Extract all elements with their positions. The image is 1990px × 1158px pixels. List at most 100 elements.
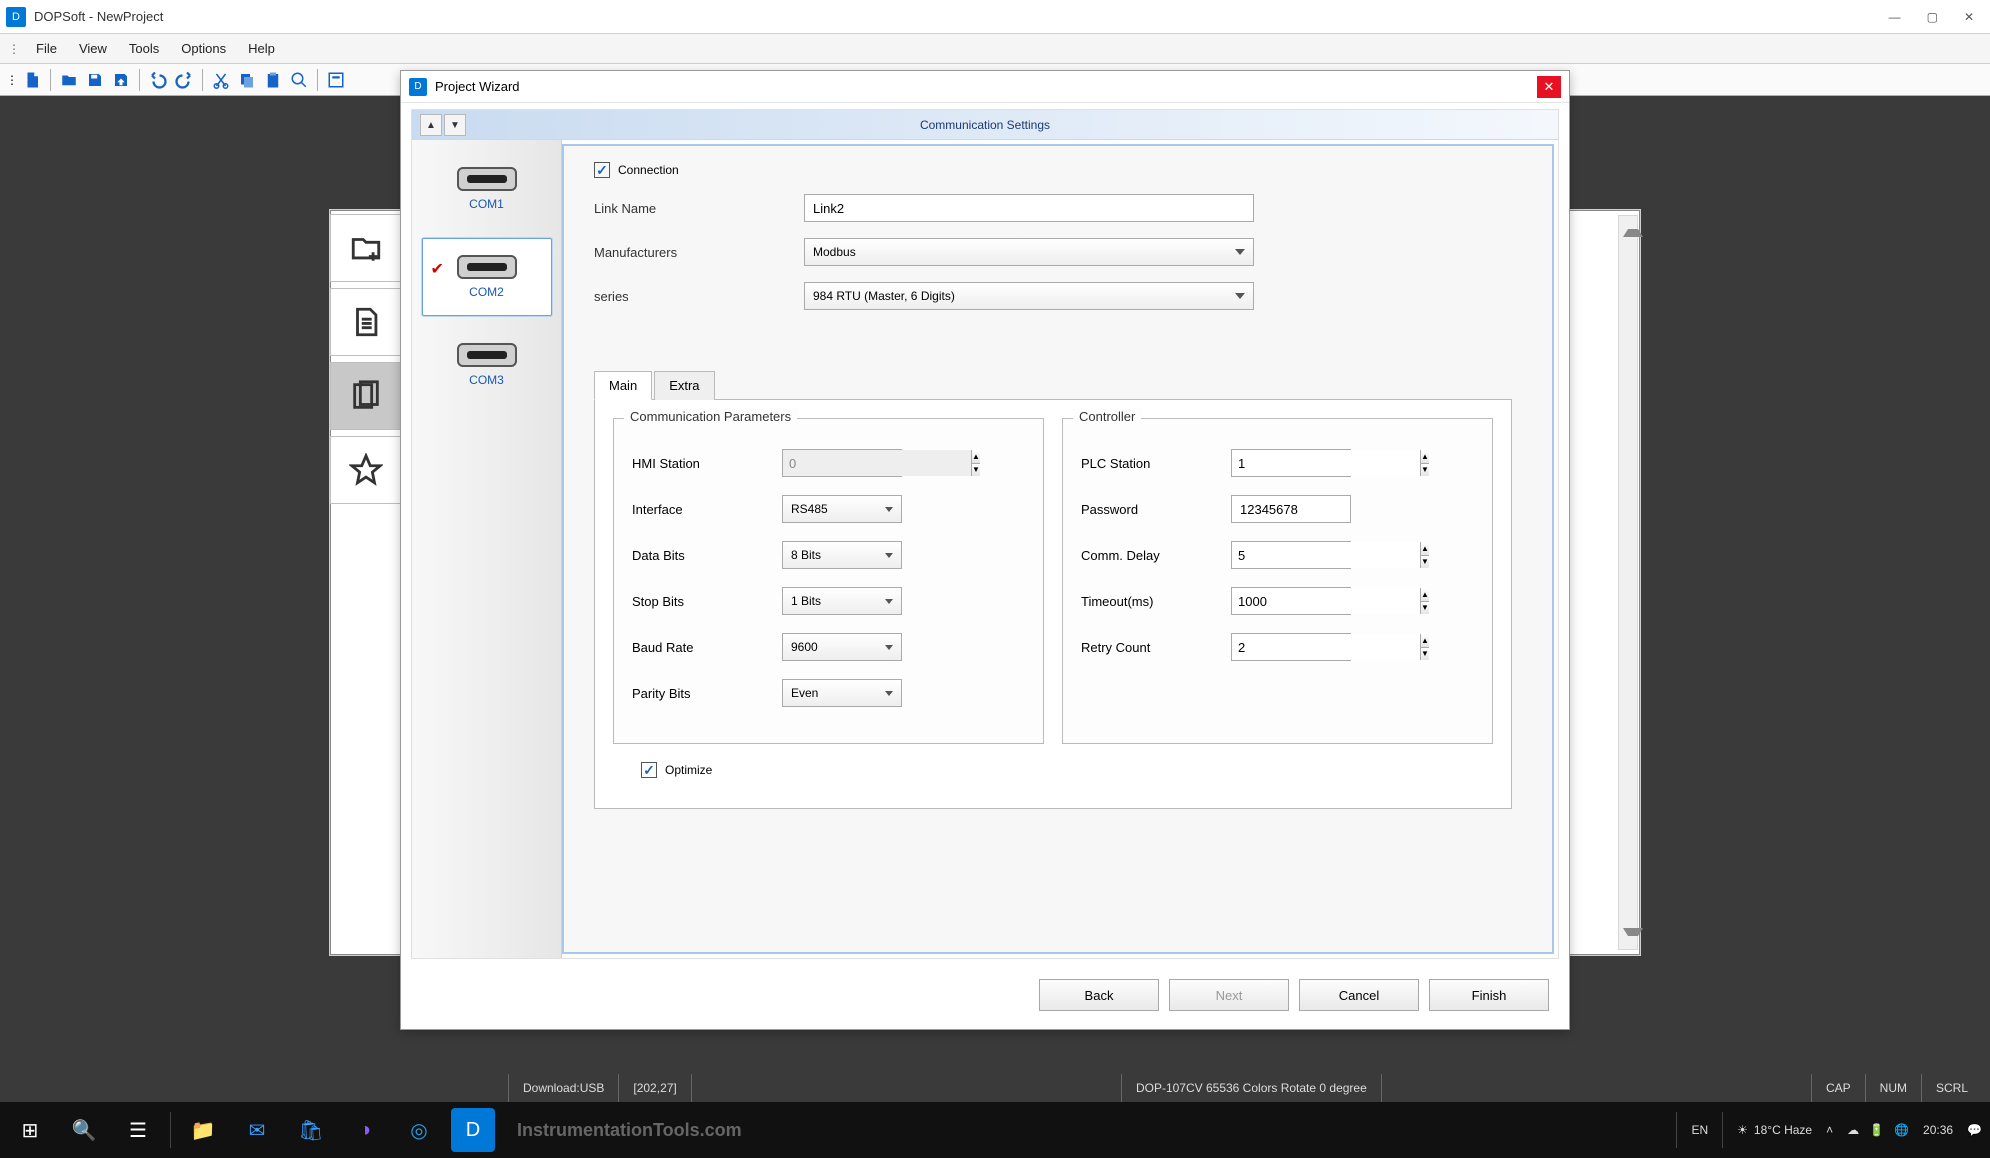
link-name-input[interactable] [804,194,1254,222]
status-num: NUM [1865,1074,1921,1102]
save-as-icon[interactable] [109,68,133,92]
retry-spinbox[interactable]: ▲▼ [1231,633,1351,661]
cut-icon[interactable] [209,68,233,92]
plc-station-label: PLC Station [1081,456,1231,471]
hmi-station-label: HMI Station [632,456,782,471]
port-com3[interactable]: ✔ COM3 [422,326,552,404]
toolbar-grip: ⋮ [6,73,18,87]
paste-icon[interactable] [261,68,285,92]
interface-select[interactable]: RS485 [782,495,902,523]
password-input[interactable] [1231,495,1351,523]
stop-bits-select[interactable]: 1 Bits [782,587,902,615]
battery-icon[interactable]: 🔋 [1869,1123,1884,1137]
baud-rate-select[interactable]: 9600 [782,633,902,661]
port-com2[interactable]: ✔ COM2 [422,238,552,316]
spin-down-icon[interactable]: ▼ [1421,648,1429,661]
weather-widget[interactable]: ☀ 18°C Haze [1737,1123,1812,1137]
wizard-icon[interactable] [324,68,348,92]
redo-icon[interactable] [172,68,196,92]
comm-settings-header: ▲ ▼ Communication Settings [412,110,1558,140]
favorite-tool[interactable] [330,436,402,504]
menu-file[interactable]: File [26,37,67,60]
tray-chevron-icon[interactable]: ˄ [1826,1123,1833,1137]
manufacturers-select[interactable]: Modbus [804,238,1254,266]
task-view-icon[interactable]: ☰ [116,1108,160,1152]
finish-button[interactable]: Finish [1429,979,1549,1011]
explorer-icon[interactable]: 📁 [181,1108,225,1152]
dialog-close-button[interactable]: ✕ [1537,76,1561,98]
network-icon[interactable]: 🌐 [1894,1123,1909,1137]
clock[interactable]: 20:36 [1923,1123,1953,1137]
hmi-station-spinbox: ▲▼ [782,449,902,477]
notifications-icon[interactable]: 💬 [1967,1123,1982,1137]
menu-help[interactable]: Help [238,37,285,60]
scroll-up-button[interactable]: ▲ [420,114,442,136]
parity-select[interactable]: Even [782,679,902,707]
spin-down-icon[interactable]: ▼ [1421,464,1429,477]
start-button[interactable]: ⊞ [8,1108,52,1152]
retry-value[interactable] [1232,634,1420,660]
weather-icon: ☀ [1737,1123,1748,1137]
timeout-spinbox[interactable]: ▲▼ [1231,587,1351,615]
document-tool[interactable] [330,288,402,356]
onedrive-icon[interactable]: ☁ [1847,1123,1859,1137]
close-window-button[interactable]: ✕ [1964,10,1974,24]
language-indicator[interactable]: EN [1691,1123,1708,1137]
folder-add-tool[interactable] [330,214,402,282]
search-icon[interactable]: 🔍 [62,1108,106,1152]
timeout-value[interactable] [1232,588,1420,614]
pages-tool[interactable] [330,362,402,430]
comm-delay-spinbox[interactable]: ▲▼ [1231,541,1351,569]
connection-checkbox[interactable]: ✓ [594,162,610,178]
status-download: Download:USB [508,1074,618,1102]
spin-down-icon[interactable]: ▼ [1421,602,1429,615]
open-icon[interactable] [57,68,81,92]
optimize-checkbox[interactable]: ✓ [641,762,657,778]
controller-legend: Controller [1073,409,1141,424]
retry-label: Retry Count [1081,640,1231,655]
copy-icon[interactable] [235,68,259,92]
edge-icon[interactable]: ◎ [397,1108,441,1152]
parity-value: Even [791,686,818,700]
weather-text: 18°C Haze [1754,1123,1812,1137]
minimize-button[interactable]: — [1889,10,1901,24]
zoom-icon[interactable] [287,68,311,92]
app-icon-1[interactable]: ◑ [343,1108,387,1152]
spin-up-icon[interactable]: ▲ [1421,588,1429,602]
connection-label: Connection [618,163,679,177]
cancel-button[interactable]: Cancel [1299,979,1419,1011]
plc-station-spinbox[interactable]: ▲▼ [1231,449,1351,477]
panel-scrollbar[interactable] [1618,215,1638,950]
tabs: Main Extra [594,370,1512,400]
tab-main[interactable]: Main [594,371,652,400]
interface-value: RS485 [791,502,828,516]
data-bits-select[interactable]: 8 Bits [782,541,902,569]
port-label: COM3 [469,373,504,387]
back-button[interactable]: Back [1039,979,1159,1011]
interface-label: Interface [632,502,782,517]
manufacturers-label: Manufacturers [594,245,804,260]
plc-station-value[interactable] [1232,450,1420,476]
dopsoft-taskbar-icon[interactable]: D [451,1108,495,1152]
menu-options[interactable]: Options [171,37,236,60]
scroll-down-button[interactable]: ▼ [444,114,466,136]
save-icon[interactable] [83,68,107,92]
port-com1[interactable]: ✔ COM1 [422,150,552,228]
mail-icon[interactable]: ✉ [235,1108,279,1152]
spin-up-icon[interactable]: ▲ [1421,542,1429,556]
menu-view[interactable]: View [69,37,117,60]
spin-up-icon[interactable]: ▲ [1421,634,1429,648]
maximize-button[interactable]: ▢ [1927,10,1938,24]
optimize-label: Optimize [665,763,712,777]
comm-params-legend: Communication Parameters [624,409,797,424]
spin-up-icon[interactable]: ▲ [1421,450,1429,464]
undo-icon[interactable] [146,68,170,92]
series-select[interactable]: 984 RTU (Master, 6 Digits) [804,282,1254,310]
new-file-icon[interactable] [20,68,44,92]
tab-extra[interactable]: Extra [654,371,714,400]
spin-down-icon[interactable]: ▼ [1421,556,1429,569]
menu-tools[interactable]: Tools [119,37,169,60]
link-name-label: Link Name [594,201,804,216]
store-icon[interactable]: 🛍 [289,1108,333,1152]
comm-delay-value[interactable] [1232,542,1420,568]
